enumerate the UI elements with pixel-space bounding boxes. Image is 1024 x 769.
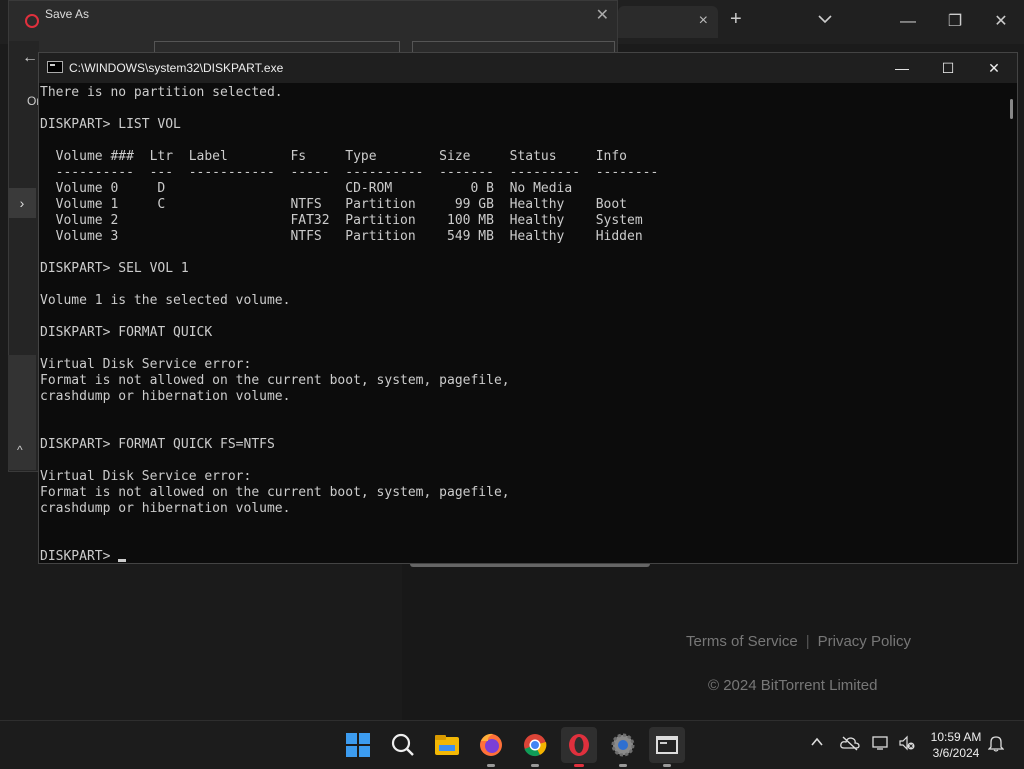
console-app-icon xyxy=(47,61,63,73)
terminal-button[interactable] xyxy=(649,727,685,767)
console-line: Volume 3 NTFS Partition 549 MB Healthy H… xyxy=(40,229,643,244)
new-tab-icon[interactable]: + xyxy=(730,8,742,31)
diskpart-console-window: C:\WINDOWS\system32\DISKPART.exe — ☐ ✕ T… xyxy=(38,52,1018,564)
console-line: Virtual Disk Service error: xyxy=(40,469,252,484)
footer-links: Terms of Service | Privacy Policy xyxy=(686,633,911,650)
console-line: Format is not allowed on the current boo… xyxy=(40,373,510,388)
settings-icon xyxy=(611,733,635,757)
footer-separator: | xyxy=(805,633,810,650)
search-button[interactable] xyxy=(385,727,421,763)
console-line: crashdump or hibernation volume. xyxy=(40,389,291,404)
running-indicator xyxy=(531,764,539,767)
network-icon[interactable] xyxy=(872,735,890,754)
running-indicator xyxy=(487,764,495,767)
chrome-button[interactable] xyxy=(517,727,553,767)
console-line: Volume ### Ltr Label Fs Type Size Status… xyxy=(40,149,627,164)
console-output[interactable]: There is no partition selected. DISKPART… xyxy=(39,83,997,563)
chevron-up-icon[interactable] xyxy=(810,735,824,752)
clock-time: 10:59 AM xyxy=(930,730,982,744)
console-line: DISKPART> FORMAT QUICK xyxy=(40,325,213,340)
console-line: There is no partition selected. xyxy=(40,85,283,100)
terms-of-service-link[interactable]: Terms of Service xyxy=(686,633,798,650)
terminal-icon xyxy=(656,736,678,754)
chevron-down-icon[interactable] xyxy=(816,10,834,28)
console-line: Volume 1 C NTFS Partition 99 GB Healthy … xyxy=(40,197,627,212)
save-as-title: Save As xyxy=(45,7,90,21)
file-explorer-button[interactable] xyxy=(429,727,465,763)
console-close-button[interactable]: ✕ xyxy=(971,53,1017,83)
console-line: crashdump or hibernation volume. xyxy=(40,501,291,516)
chevron-up-icon[interactable]: ^ xyxy=(17,443,23,457)
console-line: DISKPART> LIST VOL xyxy=(40,117,181,132)
volume-muted-icon[interactable] xyxy=(898,735,916,754)
console-text: There is no partition selected. DISKPART… xyxy=(39,83,997,563)
save-as-scroll-panel: ^ xyxy=(8,355,36,470)
taskbar: 10:59 AM 3/6/2024 xyxy=(0,720,1024,769)
settings-button[interactable] xyxy=(605,727,641,767)
firefox-button[interactable] xyxy=(473,727,509,767)
file-explorer-icon xyxy=(435,735,459,755)
console-line: DISKPART> FORMAT QUICK FS=NTFS xyxy=(40,437,275,452)
chevron-right-icon[interactable]: › xyxy=(8,188,36,218)
onedrive-cloud-icon[interactable] xyxy=(840,735,860,754)
console-line: DISKPART> SEL VOL 1 xyxy=(40,261,189,276)
browser-tab[interactable]: × xyxy=(618,6,718,38)
opera-button[interactable] xyxy=(561,727,597,767)
console-line: Volume 1 is the selected volume. xyxy=(40,293,291,308)
browser-minimize-button[interactable]: — xyxy=(894,8,922,36)
console-titlebar: C:\WINDOWS\system32\DISKPART.exe — ☐ ✕ xyxy=(39,53,1017,83)
firefox-icon xyxy=(480,733,502,756)
opera-logo-icon xyxy=(25,14,39,28)
console-line: ---------- --- ----------- ----- -------… xyxy=(40,165,659,180)
console-minimize-button[interactable]: — xyxy=(879,53,925,83)
clock-date: 3/6/2024 xyxy=(932,746,980,760)
opera-icon xyxy=(569,734,589,756)
running-indicator xyxy=(619,764,627,767)
console-scrollbar[interactable] xyxy=(1010,99,1013,119)
notification-bell-icon[interactable] xyxy=(987,734,1005,755)
browser-restore-button[interactable]: ❐ xyxy=(941,8,969,36)
search-icon xyxy=(391,733,414,756)
console-line: Format is not allowed on the current boo… xyxy=(40,485,510,500)
browser-close-button[interactable]: ✕ xyxy=(987,8,1015,36)
console-line: Volume 0 D CD-ROM 0 B No Media xyxy=(40,181,573,196)
windows-start-button[interactable] xyxy=(340,727,376,763)
console-maximize-button[interactable]: ☐ xyxy=(925,53,971,83)
console-title: C:\WINDOWS\system32\DISKPART.exe xyxy=(69,61,284,75)
clock[interactable]: 10:59 AM 3/6/2024 xyxy=(928,729,984,761)
copyright-text: © 2024 BitTorrent Limited xyxy=(708,677,878,694)
running-indicator xyxy=(574,764,584,767)
running-indicator xyxy=(663,764,671,767)
console-line: Virtual Disk Service error: xyxy=(40,357,252,372)
text-cursor xyxy=(118,559,127,562)
chrome-icon xyxy=(524,734,547,757)
privacy-policy-link[interactable]: Privacy Policy xyxy=(818,633,911,650)
console-line: Volume 2 FAT32 Partition 100 MB Healthy … xyxy=(40,213,643,228)
arrow-left-icon[interactable]: ← xyxy=(22,49,38,67)
save-as-close-button[interactable]: ✕ xyxy=(596,5,609,25)
tab-close-icon[interactable]: × xyxy=(699,12,708,30)
windows-start-icon xyxy=(346,733,370,757)
console-line: DISKPART> xyxy=(40,549,119,563)
